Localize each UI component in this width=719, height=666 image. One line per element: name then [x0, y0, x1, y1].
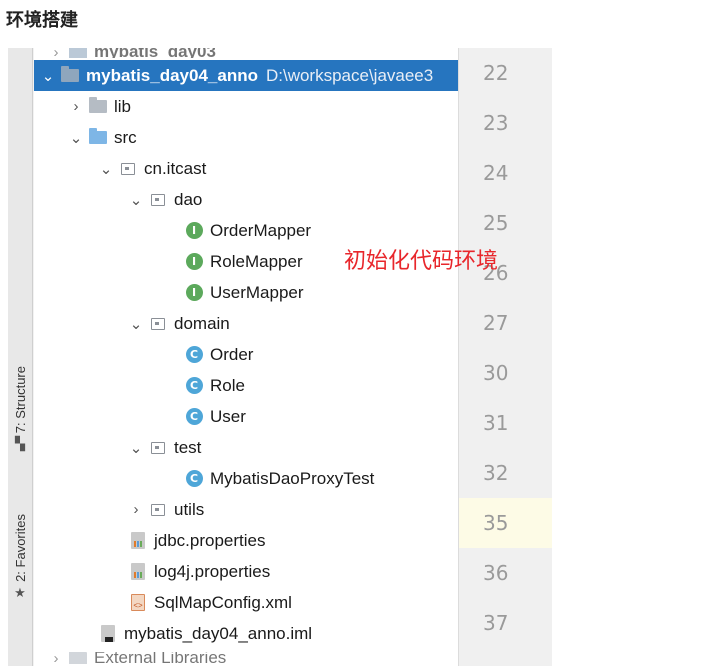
chevron-right-icon: ›	[53, 48, 59, 58]
class-icon: C	[184, 408, 204, 426]
line-number: 31	[483, 411, 509, 435]
tree-row-partial-bottom[interactable]: › External Libraries	[34, 652, 458, 664]
chevron-down-icon[interactable]: ⌄	[124, 191, 148, 209]
tree-row-label: UserMapper	[210, 282, 304, 302]
tree-row-jdbc-properties[interactable]: jdbc.properties	[34, 525, 458, 556]
tree-row-package-utils[interactable]: › utils	[34, 494, 458, 525]
star-icon: ★	[14, 584, 26, 600]
tree-row-label: mybatis_day03	[94, 48, 216, 58]
ide-window: 7: Structure ▚ 2: Favorites ★ › mybatis_…	[8, 48, 552, 666]
tree-row-label: OrderMapper	[210, 220, 312, 240]
properties-file-icon	[128, 532, 148, 550]
tree-row-label: dao	[174, 189, 203, 209]
tree-row-package-test[interactable]: ⌄ test	[34, 432, 458, 463]
tree-row-package-domain[interactable]: ⌄ domain	[34, 308, 458, 339]
library-icon	[68, 652, 88, 664]
line-number: 37	[483, 611, 509, 635]
package-icon	[148, 191, 168, 209]
tree-row-label: MybatisDaoProxyTest	[210, 468, 375, 488]
structure-icon: ▚	[15, 436, 25, 452]
project-name: mybatis_day04_anno	[86, 65, 258, 85]
chevron-down-icon[interactable]: ⌄	[124, 315, 148, 333]
page-heading: 环境搭建	[6, 10, 78, 31]
tree-row-ordermapper[interactable]: I OrderMapper	[34, 215, 458, 246]
structure-tab-label: 7: Structure	[12, 366, 28, 434]
tool-window-sidebar: 7: Structure ▚ 2: Favorites ★	[8, 48, 33, 666]
interface-icon: I	[184, 284, 204, 302]
annotation-text: 初始化代码环境	[344, 249, 499, 274]
line-number: 30	[483, 361, 509, 385]
line-number: 22	[483, 61, 509, 85]
line-number: 27	[483, 311, 509, 335]
chevron-down-icon[interactable]: ⌄	[36, 67, 60, 85]
chevron-right-icon[interactable]: ›	[124, 501, 148, 518]
package-icon	[118, 160, 138, 178]
tree-row-label: test	[174, 437, 202, 457]
tree-row-label: RoleMapper	[210, 251, 303, 271]
line-number: 32	[483, 461, 509, 485]
folder-icon	[88, 97, 108, 116]
tree-row-src[interactable]: ⌄ src	[34, 122, 458, 153]
tree-row-partial-top[interactable]: › mybatis_day03	[34, 48, 458, 58]
chevron-right-icon: ›	[53, 652, 59, 664]
chevron-right-icon[interactable]: ›	[64, 98, 88, 115]
package-icon	[148, 439, 168, 457]
project-tree: › mybatis_day03 ⌄ mybatis_day04_anno D:\…	[34, 48, 458, 666]
class-icon: C	[184, 470, 204, 488]
editor-gutter: 22 23 24 25 26 27 30 31 32 35 36 37	[458, 48, 552, 666]
tree-row-label: jdbc.properties	[154, 530, 266, 550]
tree-row-usermapper[interactable]: I UserMapper	[34, 277, 458, 308]
tree-row-label: utils	[174, 499, 205, 519]
tree-row-order[interactable]: C Order	[34, 339, 458, 370]
tree-row-user[interactable]: C User	[34, 401, 458, 432]
tree-row-lib[interactable]: › lib	[34, 91, 458, 122]
tree-row-label: External Libraries	[94, 652, 227, 664]
source-folder-icon	[88, 128, 108, 147]
tree-row-label: SqlMapConfig.xml	[154, 592, 292, 612]
tree-row-sqlmapconfig-xml[interactable]: SqlMapConfig.xml	[34, 587, 458, 618]
properties-file-icon	[128, 563, 148, 581]
tree-row-label: lib	[114, 96, 132, 116]
line-number-current: 35	[459, 498, 552, 548]
tree-row-label: User	[210, 406, 246, 426]
chevron-down-icon[interactable]: ⌄	[94, 160, 118, 178]
class-icon: C	[184, 346, 204, 364]
folder-icon	[68, 48, 88, 58]
structure-tab[interactable]: 7: Structure ▚	[9, 366, 31, 451]
tree-row-package-cn-itcast[interactable]: ⌄ cn.itcast	[34, 153, 458, 184]
tree-row-role[interactable]: C Role	[34, 370, 458, 401]
chevron-down-icon[interactable]: ⌄	[64, 129, 88, 147]
interface-icon: I	[184, 222, 204, 240]
tree-row-label: cn.itcast	[144, 158, 207, 178]
line-number: 24	[483, 161, 509, 185]
class-icon: C	[184, 377, 204, 395]
line-number: 36	[483, 561, 509, 585]
favorites-tab-label: 2: Favorites	[12, 514, 28, 582]
xml-file-icon	[128, 594, 148, 612]
module-folder-icon	[60, 66, 80, 85]
tree-row-mybatisdaoproxytest[interactable]: C MybatisDaoProxyTest	[34, 463, 458, 494]
interface-icon: I	[184, 253, 204, 271]
project-path: D:\workspace\javaee3	[265, 65, 434, 85]
tree-row-label: src	[114, 127, 137, 147]
module-file-icon	[98, 625, 118, 643]
tree-row-label: log4j.properties	[154, 561, 271, 581]
tree-row-iml-file[interactable]: mybatis_day04_anno.iml	[34, 618, 458, 649]
favorites-tab[interactable]: 2: Favorites ★	[9, 514, 31, 600]
line-number: 25	[483, 211, 509, 235]
line-number: 23	[483, 111, 509, 135]
chevron-down-icon[interactable]: ⌄	[124, 439, 148, 457]
tree-row-label: mybatis_day04_anno.iml	[124, 623, 313, 643]
tree-row-label: Order	[210, 344, 254, 364]
tree-row-package-dao[interactable]: ⌄ dao	[34, 184, 458, 215]
package-icon	[148, 315, 168, 333]
tree-row-label: domain	[174, 313, 230, 333]
package-icon	[148, 501, 168, 519]
tree-row-log4j-properties[interactable]: log4j.properties	[34, 556, 458, 587]
tree-row-label: Role	[210, 375, 245, 395]
tree-row-project[interactable]: ⌄ mybatis_day04_anno D:\workspace\javaee…	[34, 60, 458, 91]
